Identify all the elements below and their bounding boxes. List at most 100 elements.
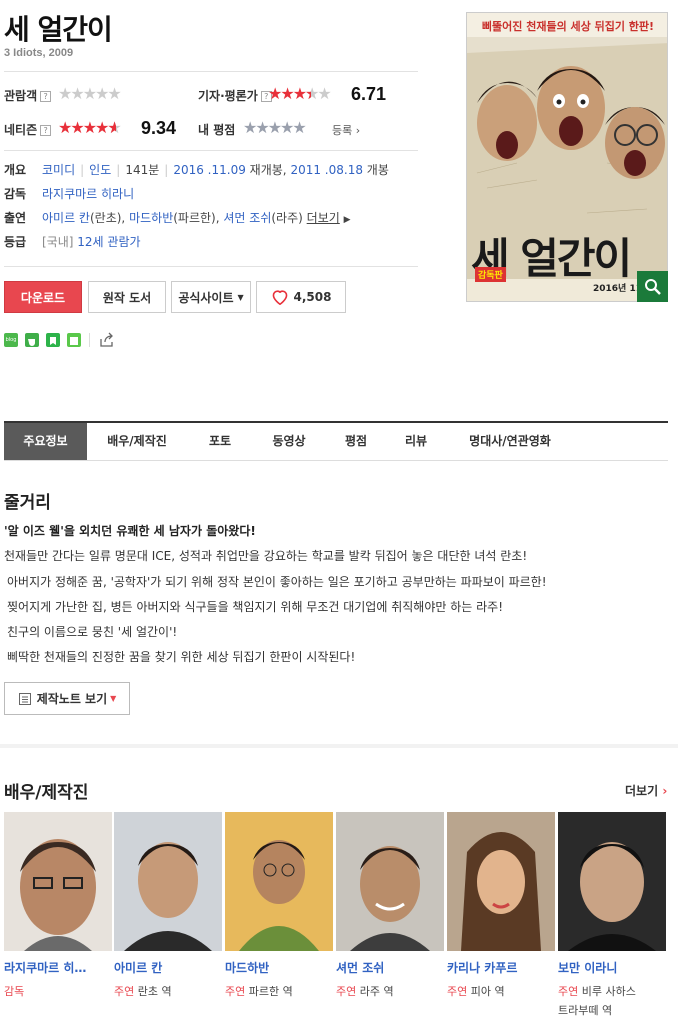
person-name[interactable]: 마드하반 — [225, 959, 333, 976]
synopsis-line-3: 찢어지게 가난한 집, 병든 아버지와 식구들을 책임지기 위해 무조건 대기업… — [7, 600, 504, 614]
memo-share-icon[interactable] — [67, 333, 81, 347]
help-icon[interactable]: ? — [40, 125, 52, 136]
netizen-rating-label: 네티즌? — [4, 121, 52, 138]
memo-icon — [70, 337, 78, 345]
document-icon — [18, 692, 31, 705]
download-button[interactable]: 다운로드 — [4, 281, 82, 313]
divider — [4, 266, 418, 267]
official-site-button[interactable]: 공식사이트 ▼ — [171, 281, 251, 313]
cast-link-1[interactable]: 아미르 칸 — [42, 211, 90, 225]
person-role: 주연 — [336, 985, 357, 998]
release-note-2: 개봉 — [366, 163, 389, 177]
production-notes-label: 제작노트 보기 — [36, 692, 108, 706]
divider — [4, 71, 418, 72]
person-character: 라주 역 — [359, 985, 394, 998]
tab-review[interactable]: 리뷰 — [387, 423, 445, 460]
my-rating-stars[interactable]: ★★★★★ — [243, 120, 307, 136]
chevron-right-icon: › — [355, 124, 361, 137]
person-character: 비루 사하스 — [581, 985, 636, 998]
cast-link-2[interactable]: 마드하반 — [129, 211, 173, 225]
synopsis-heading: 줄거리 — [4, 493, 51, 513]
magnifier-icon — [645, 279, 661, 295]
bookmark-share-icon[interactable] — [46, 333, 60, 347]
cup-icon — [28, 339, 35, 346]
cast-value: 아미르 칸(란초), 마드하반(파르한), 셔먼 조쉬(라주) 더보기 ▶ — [42, 209, 351, 226]
poster-badge: 감독판 — [475, 267, 506, 282]
person-photo — [447, 812, 555, 951]
director-label: 감독 — [4, 187, 27, 201]
director-link[interactable]: 라지쿠마르 히라니 — [42, 185, 134, 202]
person-role: 주연 — [447, 985, 468, 998]
tab-video[interactable]: 동영상 — [253, 423, 325, 460]
movie-title: 세 얼간이 — [4, 13, 113, 46]
cast-role-1: (란초), — [89, 211, 126, 225]
critic-stars: ★★★★★★ — [268, 84, 332, 103]
person-name[interactable]: 보만 이라니 — [558, 959, 666, 976]
blog-share-icon[interactable]: blog — [4, 333, 18, 347]
person-character: 란초 역 — [137, 985, 172, 998]
cast-link-3[interactable]: 셔먼 조쉬 — [223, 211, 271, 225]
person-character: 피아 역 — [470, 985, 505, 998]
genre-link[interactable]: 코미디 — [42, 163, 75, 177]
person-name[interactable]: 셔먼 조쉬 — [336, 959, 444, 976]
release-link-2[interactable]: 2011 .08.18 — [290, 163, 363, 177]
main-tabs: 주요정보 배우/제작진 포토 동영상 평점 리뷰 명대사/연관영화 — [4, 421, 668, 461]
person-card[interactable]: 마드하반 주연 파르한 역 — [225, 812, 333, 1001]
overview-label: 개요 — [4, 163, 27, 177]
person-role: 감독 — [4, 985, 25, 998]
person-name[interactable]: 카리나 카푸르 — [447, 959, 555, 976]
synopsis-line-5: 삐딱한 천재들의 진정한 꿈을 찾기 위한 세상 뒤집기 한판이 시작된다! — [7, 650, 356, 664]
person-name[interactable]: 아미르 칸 — [114, 959, 222, 976]
original-book-button[interactable]: 원작 도서 — [88, 281, 166, 313]
country-link[interactable]: 인도 — [89, 163, 111, 177]
tab-rating[interactable]: 평점 — [325, 423, 387, 460]
person-card[interactable]: 아미르 칸 주연 란초 역 — [114, 812, 222, 1001]
poster-zoom-button[interactable] — [637, 271, 668, 302]
like-count: 4,508 — [293, 290, 332, 304]
netizen-score: 9.34 — [141, 118, 177, 138]
cast-section-more-link[interactable]: 더보기 › — [625, 782, 667, 799]
production-notes-button[interactable]: 제작노트 보기 ▼ — [4, 682, 130, 715]
tab-main-info[interactable]: 주요정보 — [4, 423, 87, 460]
tab-cast-crew[interactable]: 배우/제작진 — [87, 423, 187, 460]
release-link-1[interactable]: 2016 .11.09 — [173, 163, 246, 177]
synopsis-line-4: 친구의 이름으로 뭉친 '세 얼간이'! — [7, 625, 178, 639]
person-name[interactable]: 라지쿠마르 히… — [4, 959, 112, 976]
grade-value: [국내] 12세 관람가 — [42, 233, 141, 250]
audience-rating-label: 관람객? — [4, 87, 52, 104]
person-card[interactable]: 보만 이라니 주연 비루 사하스 트라부떼 역 — [558, 812, 666, 1020]
person-role: 주연 — [225, 985, 246, 998]
divider — [89, 333, 90, 347]
person-card[interactable]: 카리나 카푸르 주연 피아 역 — [447, 812, 555, 1001]
person-photo — [558, 812, 666, 951]
tab-photo[interactable]: 포토 — [187, 423, 253, 460]
my-rating-label: 내 평점 — [198, 123, 236, 137]
help-icon[interactable]: ? — [40, 91, 52, 102]
caret-down-icon: ▼ — [237, 292, 244, 302]
caret-down-icon: ▼ — [110, 694, 117, 703]
like-button[interactable]: 4,508 — [256, 281, 346, 313]
synopsis-lead: '알 이즈 웰'을 외치던 유쾌한 세 남자가 돌아왔다! — [4, 524, 256, 538]
person-photo — [336, 812, 444, 951]
tab-quotes-related[interactable]: 명대사/연관영화 — [445, 423, 575, 460]
person-photo — [225, 812, 333, 951]
poster-tagline: 삐뚤어진 천재들의 세상 뒤집기 한판! — [481, 20, 655, 33]
share-icon[interactable] — [98, 331, 116, 349]
cast-label: 출연 — [4, 211, 27, 225]
audience-stars: ★★★★★ — [58, 84, 122, 103]
cast-more-link[interactable]: 더보기 — [307, 211, 340, 225]
divider — [4, 150, 418, 151]
critic-rating-label: 기자·평론가? — [198, 87, 272, 104]
cafe-share-icon[interactable] — [25, 333, 39, 347]
movie-poster[interactable]: 삐뚤어진 천재들의 세상 뒤집기 한판! 세 얼간이 감독판 2016년 11월 — [466, 12, 668, 302]
chevron-right-icon: › — [662, 784, 668, 798]
person-card[interactable]: 셔먼 조쉬 주연 라주 역 — [336, 812, 444, 1001]
synopsis-line-2: 아버지가 정해준 꿈, '공학자'가 되기 위해 정작 본인이 좋아하는 일은 … — [7, 575, 547, 589]
movie-subtitle: 3 Idiots, 2009 — [4, 47, 74, 59]
grade-link[interactable]: 12세 관람가 — [77, 235, 140, 249]
person-card[interactable]: 라지쿠마르 히… 감독 — [4, 812, 112, 1001]
cast-role-2: (파르한), — [173, 211, 220, 225]
bookmark-icon — [50, 337, 56, 345]
person-photo — [4, 812, 112, 951]
register-rating-link[interactable]: 등록 › — [332, 122, 360, 138]
